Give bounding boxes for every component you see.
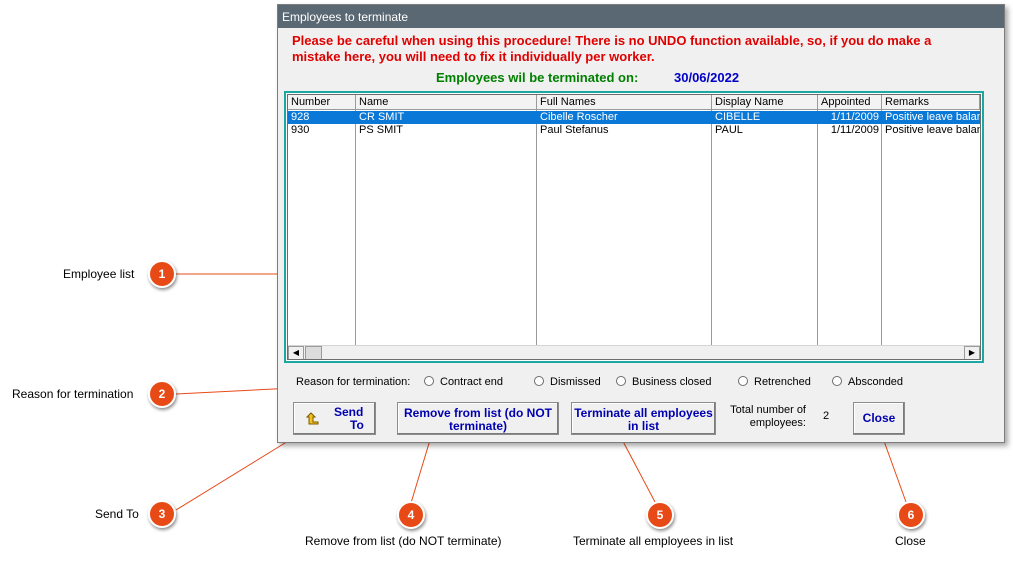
callout-marker-6: 6	[897, 501, 925, 529]
terminate-label-line1: Terminate all employees	[574, 406, 713, 420]
total-employees-value: 2	[823, 410, 830, 422]
send-to-button[interactable]: Send To	[293, 402, 376, 435]
callout-marker-1: 1	[148, 260, 176, 288]
send-to-label-line2: To	[350, 418, 364, 432]
radio-label-retrenched[interactable]: Retrenched	[754, 376, 811, 388]
callout-label-terminate-all: Terminate all employees in list	[573, 534, 734, 548]
radio-contract-end[interactable]	[424, 376, 434, 386]
total-employees-label: Total number of employees:	[718, 404, 806, 430]
close-button[interactable]: Close	[853, 402, 905, 435]
cell-remarks: Positive leave balance	[885, 111, 980, 123]
cell-number: 930	[291, 124, 310, 136]
terminate-label-line2: in list	[627, 419, 660, 433]
callout-marker-4: 4	[397, 501, 425, 529]
column-header-display-name[interactable]: Display Name	[712, 95, 818, 110]
employee-list[interactable]: Number Name Full Names Display Name Appo…	[284, 91, 984, 363]
column-divider	[817, 110, 818, 345]
column-header-full-names[interactable]: Full Names	[537, 95, 712, 110]
column-divider	[711, 110, 712, 345]
send-to-arrow-icon	[306, 412, 319, 425]
callout-label-employee-list: Employee list	[63, 267, 135, 281]
radio-label-dismissed[interactable]: Dismissed	[550, 376, 601, 388]
reason-for-termination-label: Reason for termination:	[296, 376, 411, 388]
termination-date-label: Employees wil be terminated on:	[436, 70, 639, 85]
radio-dismissed[interactable]	[534, 376, 544, 386]
scroll-thumb[interactable]	[305, 346, 322, 359]
radio-absconded[interactable]	[832, 376, 842, 386]
cell-display-name: PAUL	[715, 124, 743, 136]
cell-name: CR SMIT	[359, 111, 405, 123]
cell-appointed: 1/11/2009	[830, 111, 879, 123]
radio-label-business-closed[interactable]: Business closed	[632, 376, 712, 388]
remove-label-line1: Remove from list (do NOT	[403, 406, 552, 420]
scroll-left-button[interactable]: ◀	[288, 346, 304, 359]
remove-label-line2: terminate)	[448, 419, 507, 433]
terminate-all-button[interactable]: Terminate all employees in list	[571, 402, 716, 435]
close-label: Close	[862, 411, 896, 425]
radio-business-closed[interactable]	[616, 376, 626, 386]
scroll-right-button[interactable]: ▶	[964, 346, 980, 359]
callout-marker-3: 3	[148, 500, 176, 528]
cell-full-names: Cibelle Roscher	[540, 111, 618, 123]
cell-appointed: 1/11/2009	[830, 124, 879, 136]
table-row[interactable]: 930 PS SMIT Paul Stefanus PAUL 1/11/2009…	[288, 124, 980, 137]
radio-label-absconded[interactable]: Absconded	[848, 376, 903, 388]
table-row[interactable]: 928 CR SMIT Cibelle Roscher CIBELLE 1/11…	[288, 111, 980, 124]
column-header-remarks[interactable]: Remarks	[882, 95, 980, 110]
cell-full-names: Paul Stefanus	[540, 124, 609, 136]
callout-label-close: Close	[895, 534, 926, 548]
cell-name: PS SMIT	[359, 124, 404, 136]
column-divider	[536, 110, 537, 345]
callout-label-send-to: Send To	[95, 507, 139, 521]
total-label-line1: Total number of	[730, 404, 806, 416]
callout-marker-2: 2	[148, 380, 176, 408]
radio-label-contract-end[interactable]: Contract end	[440, 376, 503, 388]
column-divider	[355, 110, 356, 345]
column-divider	[881, 110, 882, 345]
dialog-title: Employees to terminate	[282, 10, 409, 24]
cell-remarks: Positive leave balance	[885, 124, 980, 136]
column-header-appointed[interactable]: Appointed	[818, 95, 882, 110]
employee-list-view[interactable]: Number Name Full Names Display Name Appo…	[287, 94, 981, 360]
warning-message: Please be careful when using this proced…	[292, 33, 932, 64]
callout-marker-5: 5	[646, 501, 674, 529]
employees-to-terminate-dialog: Employees to terminate Please be careful…	[277, 4, 1005, 443]
callout-label-reason-for-termination: Reason for termination	[12, 387, 134, 401]
total-label-line2: employees:	[749, 417, 806, 429]
radio-retrenched[interactable]	[738, 376, 748, 386]
column-header-number[interactable]: Number	[288, 95, 356, 110]
title-bar[interactable]: Employees to terminate	[278, 5, 1004, 28]
cell-number: 928	[291, 111, 310, 123]
callout-label-remove-from-list: Remove from list (do NOT terminate)	[305, 534, 502, 548]
termination-date-value: 30/06/2022	[674, 70, 740, 85]
cell-display-name: CIBELLE	[715, 111, 761, 123]
remove-from-list-button[interactable]: Remove from list (do NOT terminate)	[397, 402, 559, 435]
horizontal-scrollbar[interactable]: ◀ ▶	[288, 345, 980, 359]
column-header-name[interactable]: Name	[356, 95, 537, 110]
